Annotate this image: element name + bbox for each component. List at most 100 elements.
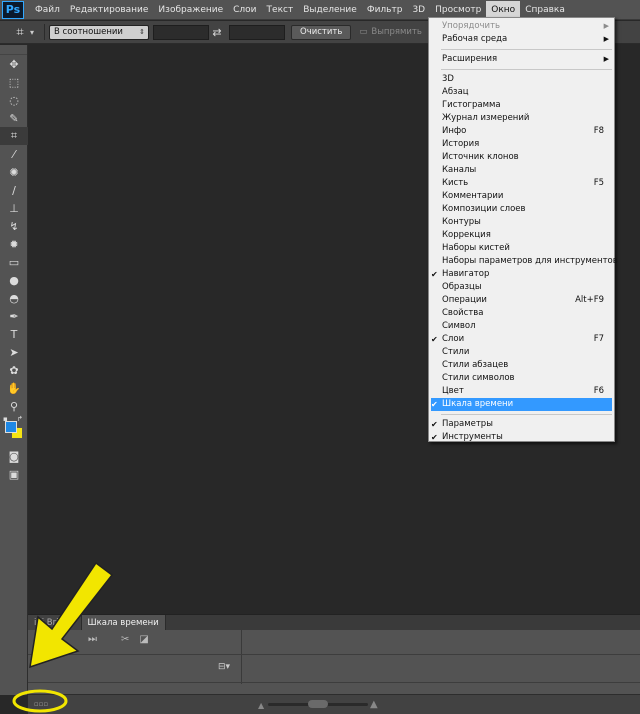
- menu-select[interactable]: Выделение: [298, 1, 362, 19]
- brush-tool-icon[interactable]: ∕: [0, 181, 28, 199]
- gradient-tool-icon[interactable]: ▭: [0, 253, 28, 271]
- menu-help[interactable]: Справка: [520, 1, 570, 19]
- menu-item[interactable]: ✔ Инструменты: [429, 431, 614, 444]
- menu-item-label: Стили абзацев: [442, 360, 509, 370]
- menu-item-label: Композиции слоев: [442, 204, 526, 214]
- menu-item[interactable]: Символ: [429, 320, 614, 333]
- panel-grip[interactable]: [0, 45, 27, 55]
- checkmark-icon: ✔: [431, 400, 438, 409]
- menu-file[interactable]: Файл: [30, 1, 65, 19]
- menu-item[interactable]: Каналы: [429, 164, 614, 177]
- clear-button[interactable]: Очистить: [291, 24, 352, 40]
- step-forward-icon[interactable]: ⏭: [88, 634, 97, 645]
- screen-mode-icon[interactable]: ▣: [0, 465, 28, 483]
- foreground-color-swatch[interactable]: [5, 421, 17, 433]
- height-field[interactable]: [229, 24, 285, 40]
- width-field[interactable]: [153, 24, 209, 40]
- menu-filter[interactable]: Фильтр: [362, 1, 408, 19]
- menu-item-shortcut: F7: [593, 334, 604, 344]
- menu-layers[interactable]: Слои: [228, 1, 261, 19]
- shape-tool-icon[interactable]: ✿: [0, 361, 28, 379]
- menu-item[interactable]: Инфо F8: [429, 125, 614, 138]
- menu-item[interactable]: Цвет F6: [429, 385, 614, 398]
- tab-mini-bridge[interactable]: ini Bridge: [28, 615, 82, 631]
- crop-tool-icon[interactable]: ⌗: [0, 127, 28, 145]
- menu-item[interactable]: Наборы кистей: [429, 242, 614, 255]
- straighten-icon[interactable]: ▭: [359, 27, 367, 37]
- lasso-tool-icon[interactable]: ◌: [0, 91, 28, 109]
- quick-select-tool-icon[interactable]: ✎: [0, 109, 28, 127]
- menu-item[interactable]: История: [429, 138, 614, 151]
- dodge-tool-icon[interactable]: ◓: [0, 289, 28, 307]
- healing-brush-tool-icon[interactable]: ✺: [0, 163, 28, 181]
- menu-view[interactable]: Просмотр: [430, 1, 486, 19]
- menu-item[interactable]: Рабочая среда ▶: [429, 33, 614, 46]
- pen-tool-icon[interactable]: ✒: [0, 307, 28, 325]
- menu-item[interactable]: Образцы: [429, 281, 614, 294]
- history-brush-tool-icon[interactable]: ↯: [0, 217, 28, 235]
- menu-item[interactable]: Журнал измерений: [429, 112, 614, 125]
- menu-item-label: Кисть: [442, 178, 469, 188]
- audio-icon[interactable]: ✂: [121, 634, 129, 645]
- menu-window[interactable]: Окно: [486, 0, 521, 19]
- menu-item[interactable]: 3D: [429, 73, 614, 86]
- menu-item[interactable]: Свойства: [429, 307, 614, 320]
- menu-item[interactable]: Стили символов: [429, 372, 614, 385]
- zoom-in-icon[interactable]: ▲: [370, 699, 378, 710]
- eraser-tool-icon[interactable]: ✹: [0, 235, 28, 253]
- menu-item[interactable]: ✔ Навигатор: [429, 268, 614, 281]
- type-tool-icon[interactable]: T: [0, 325, 28, 343]
- marquee-tool-icon[interactable]: ⬚: [0, 73, 28, 91]
- menu-item[interactable]: Наборы параметров для инструментов: [429, 255, 618, 268]
- eyedropper-tool-icon[interactable]: ⁄: [0, 145, 28, 163]
- transition-icon[interactable]: ◪: [139, 634, 148, 645]
- menu-edit[interactable]: Редактирование: [65, 1, 154, 19]
- menu-item[interactable]: Композиции слоев: [429, 203, 614, 216]
- menu-item[interactable]: Кисть F5: [429, 177, 614, 190]
- menu-item[interactable]: Источник клонов: [429, 151, 614, 164]
- select-arrows-icon: ⇕: [139, 28, 145, 36]
- convert-to-frame-animation-icon[interactable]: ▫▫▫: [34, 700, 50, 710]
- menu-3d[interactable]: 3D: [407, 1, 430, 19]
- menu-item[interactable]: ✔ Слои F7: [429, 333, 614, 346]
- ratio-select[interactable]: В соотношении ⇕: [49, 24, 149, 40]
- zoom-slider-knob[interactable]: [308, 700, 328, 708]
- menu-item[interactable]: Расширения ▶: [429, 53, 614, 66]
- menu-item[interactable]: Стили абзацев: [429, 359, 614, 372]
- swap-colors-icon[interactable]: ↱: [17, 415, 23, 423]
- menu-item[interactable]: ✔ Параметры: [429, 418, 614, 431]
- color-swatches[interactable]: ▪ ↱: [0, 415, 28, 447]
- blur-tool-icon[interactable]: ●: [0, 271, 28, 289]
- menu-item[interactable]: Гистограмма: [429, 99, 614, 112]
- zoom-out-icon[interactable]: ▲: [258, 701, 264, 710]
- hand-tool-icon[interactable]: ✋: [0, 379, 28, 397]
- tool-preset-chevron-icon[interactable]: ▾: [30, 28, 40, 37]
- menu-item-label: Рабочая среда: [442, 34, 508, 44]
- menu-item[interactable]: ✔ Шкала времени: [431, 398, 612, 411]
- menu-item[interactable]: Контуры: [429, 216, 614, 229]
- crop-tool-icon[interactable]: ⌗: [10, 23, 30, 41]
- ratio-select-value: В соотношении: [54, 27, 123, 37]
- path-select-tool-icon[interactable]: ➤: [0, 343, 28, 361]
- clone-stamp-tool-icon[interactable]: ⊥: [0, 199, 28, 217]
- menu-item-shortcut: F8: [593, 126, 604, 136]
- menu-item[interactable]: Коррекция: [429, 229, 614, 242]
- menu-image[interactable]: Изображение: [153, 1, 228, 19]
- menu-item[interactable]: Комментарии: [429, 190, 614, 203]
- tab-timeline[interactable]: Шкала времени: [81, 615, 166, 631]
- menu-item[interactable]: Абзац: [429, 86, 614, 99]
- menu-type[interactable]: Текст: [262, 1, 299, 19]
- menu-item-label: Свойства: [442, 308, 484, 318]
- zoom-tool-icon[interactable]: ⚲: [0, 397, 28, 415]
- menu-item-label: Параметры: [442, 419, 493, 429]
- menu-item[interactable]: Операции Alt+F9: [429, 294, 614, 307]
- move-tool-icon[interactable]: ✥: [0, 55, 28, 73]
- menu-item-label: Инфо: [442, 126, 467, 136]
- menu-item-label: Инструменты: [442, 432, 503, 442]
- quick-mask-icon[interactable]: ◙: [0, 447, 28, 465]
- film-strip-icon[interactable]: ⊟▾: [218, 662, 230, 672]
- straighten-label[interactable]: Выпрямить: [371, 27, 422, 37]
- swap-icon[interactable]: ⇄: [209, 26, 225, 39]
- menu-item[interactable]: Стили: [429, 346, 614, 359]
- menu-separator: [441, 49, 612, 50]
